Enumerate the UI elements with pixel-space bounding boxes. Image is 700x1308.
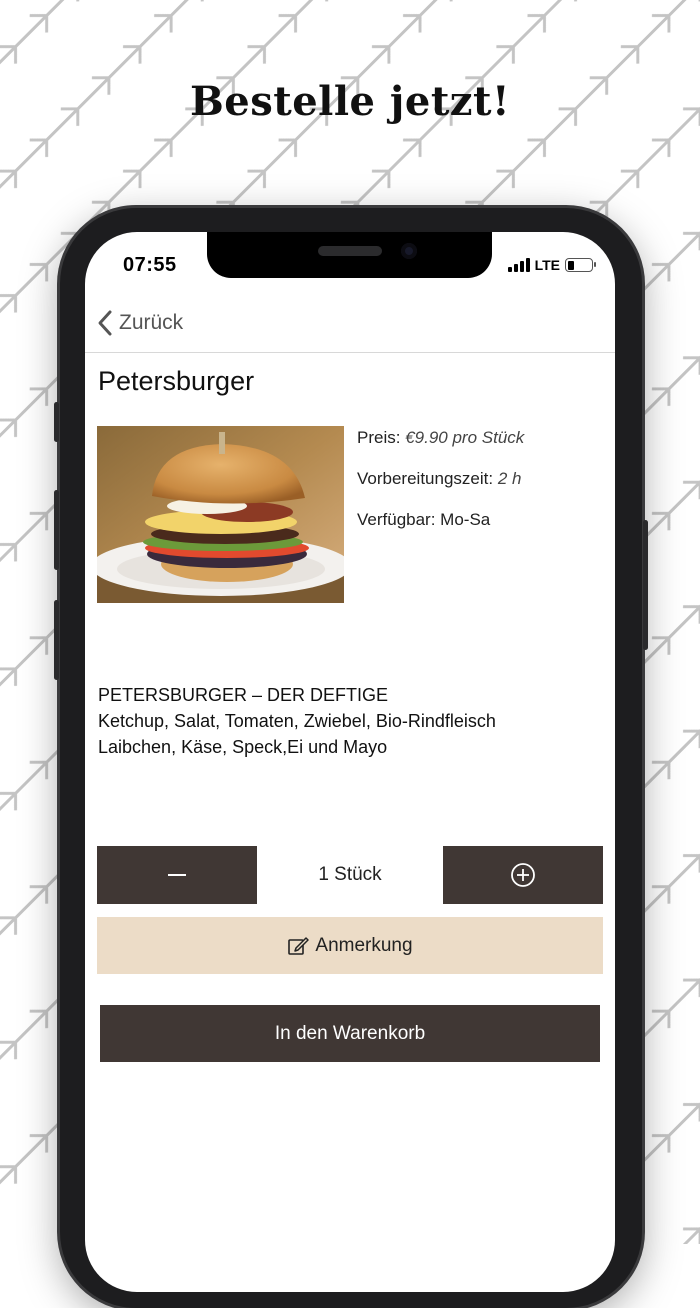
- product-description: PETERSBURGER – DER DEFTIGE Ketchup, Sala…: [98, 682, 598, 760]
- back-label: Zurück: [119, 311, 184, 334]
- signal-icon: [507, 258, 530, 272]
- prep-time-label: Vorbereitungszeit:: [357, 469, 494, 488]
- description-line: PETERSBURGER – DER DEFTIGE: [98, 685, 389, 705]
- status-indicators: LTE: [507, 257, 596, 273]
- battery-icon: [565, 258, 596, 272]
- quantity-stepper: 1 Stück: [97, 846, 603, 904]
- add-to-cart-label: In den Warenkorb: [274, 1022, 426, 1044]
- quantity-label: 1 Stück: [318, 864, 382, 885]
- availability: Verfügbar: Mo-Sa: [357, 510, 491, 529]
- description-line: Laibchen, Käse, Speck,Ei und Mayo: [98, 737, 388, 757]
- phone-side-button: [54, 490, 59, 570]
- front-camera: [401, 243, 417, 259]
- page-headline: Bestelle jetzt!: [189, 78, 511, 125]
- status-time: 07:55: [123, 254, 177, 276]
- phone-side-button: [643, 520, 648, 650]
- increase-quantity-button[interactable]: [443, 846, 603, 904]
- add-to-cart-button[interactable]: In den Warenkorb: [100, 1005, 600, 1062]
- plus-circle-icon: [511, 863, 535, 887]
- price-value: €9.90 pro Stück: [405, 428, 525, 447]
- navigation-bar: Zurück: [85, 302, 615, 353]
- phone-notch: [207, 232, 492, 278]
- description-line: Ketchup, Salat, Tomaten, Zwiebel, Bio-Ri…: [98, 711, 496, 731]
- network-label: LTE: [534, 257, 560, 273]
- app-screen: 07:55 LTE Zurück Petersburger Preis: €9.…: [85, 232, 615, 1292]
- prep-time-value: 2 h: [497, 469, 522, 488]
- phone-side-button: [54, 402, 59, 442]
- chevron-left-icon: [98, 310, 112, 336]
- product-title: Petersburger: [98, 366, 255, 396]
- price-label: Preis:: [357, 428, 401, 447]
- product-details: Preis: €9.90 pro Stück Vorbereitungszeit…: [357, 428, 524, 551]
- prep-time-row: Vorbereitungszeit: 2 h: [357, 469, 524, 489]
- note-button-label: Anmerkung: [315, 934, 413, 956]
- phone-side-button: [54, 600, 59, 680]
- decrease-quantity-button[interactable]: [97, 846, 257, 904]
- edit-note-icon: [288, 936, 310, 955]
- speaker-grille: [318, 246, 382, 256]
- product-image: [97, 426, 344, 603]
- minus-icon: [168, 874, 186, 876]
- note-button[interactable]: Anmerkung: [97, 917, 603, 974]
- price-row: Preis: €9.90 pro Stück: [357, 428, 524, 448]
- back-button[interactable]: Zurück: [95, 308, 183, 338]
